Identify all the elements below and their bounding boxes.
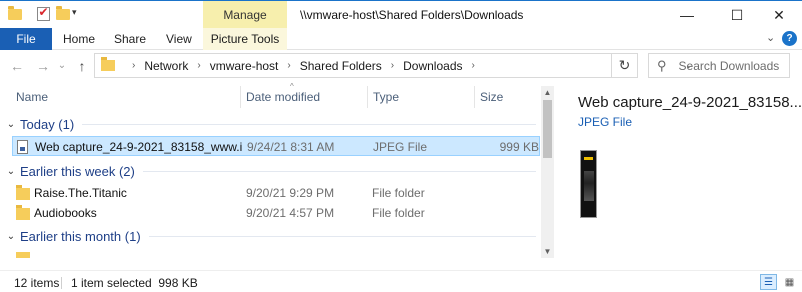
breadcrumb-separator[interactable]: › bbox=[391, 60, 394, 71]
partial-row[interactable] bbox=[12, 252, 540, 258]
search-input[interactable]: Search Downloads bbox=[679, 59, 780, 73]
file-size: 999 KB bbox=[499, 140, 539, 154]
status-bar: 12 items 1 item selected 998 KB ☰ ▦ bbox=[0, 270, 802, 292]
column-header-type[interactable]: Type bbox=[373, 88, 399, 106]
group-header-today[interactable]: ⌄ Today (1) bbox=[0, 113, 540, 135]
preview-thumbnail bbox=[580, 150, 597, 218]
recent-locations-button[interactable]: ⌄ bbox=[53, 60, 71, 71]
preview-file-type: JPEG File bbox=[578, 115, 633, 129]
chevron-down-icon[interactable]: ⌄ bbox=[3, 166, 19, 177]
group-label: Earlier this month (1) bbox=[20, 228, 141, 244]
tab-home[interactable]: Home bbox=[63, 28, 95, 50]
file-type: JPEG File bbox=[373, 140, 428, 154]
refresh-button[interactable]: ↻ bbox=[612, 53, 638, 78]
address-bar[interactable]: › Network › vmware-host › Shared Folders… bbox=[94, 53, 693, 78]
scroll-down-arrow-icon[interactable]: ▼ bbox=[541, 247, 554, 256]
group-divider bbox=[142, 170, 536, 172]
folder-row[interactable]: Audiobooks 9/20/21 4:57 PM File folder bbox=[12, 203, 540, 223]
breadcrumb-separator: › bbox=[132, 60, 136, 71]
file-date: 9/20/21 4:57 PM bbox=[246, 206, 335, 220]
customize-quick-access-icon[interactable]: ▾ bbox=[72, 7, 77, 18]
folder-row[interactable]: Raise.The.Titanic 9/20/21 9:29 PM File f… bbox=[12, 183, 540, 203]
tab-manage[interactable]: Manage bbox=[203, 1, 287, 29]
group-divider bbox=[148, 235, 536, 237]
file-row[interactable]: Web capture_24-9-2021_83158_www.imdb.com… bbox=[12, 136, 540, 156]
preview-title: Web capture_24-9-2021_83158... bbox=[578, 94, 802, 111]
folder-icon bbox=[6, 5, 24, 23]
help-icon[interactable]: ? bbox=[782, 31, 797, 46]
group-header-earlier-this-month[interactable]: ⌄ Earlier this month (1) bbox=[0, 225, 540, 247]
tab-view[interactable]: View bbox=[166, 28, 192, 50]
status-divider bbox=[61, 277, 62, 289]
search-box[interactable]: ⚲ Search Downloads bbox=[648, 53, 790, 78]
column-divider[interactable] bbox=[240, 86, 241, 108]
breadcrumb-separator[interactable]: › bbox=[287, 60, 290, 71]
large-icons-view-icon[interactable]: ▦ bbox=[781, 274, 798, 290]
column-header-date-modified[interactable]: Date modified bbox=[246, 88, 320, 106]
properties-icon[interactable] bbox=[34, 5, 52, 23]
ribbon-tabs: File Home Share View Picture Tools ⌄ ? bbox=[0, 28, 802, 50]
chevron-down-icon[interactable]: ⌄ bbox=[3, 231, 19, 242]
column-divider[interactable] bbox=[474, 86, 475, 108]
folder-icon bbox=[16, 205, 30, 220]
breadcrumb-vmware-host[interactable]: vmware-host bbox=[210, 59, 279, 73]
item-count: 12 items bbox=[14, 276, 60, 290]
folder-icon bbox=[101, 57, 115, 71]
file-type: File folder bbox=[372, 186, 425, 200]
forward-button[interactable]: → bbox=[34, 58, 52, 74]
column-header-size[interactable]: Size bbox=[480, 88, 503, 106]
maximize-button[interactable]: ☐ bbox=[714, 1, 760, 29]
breadcrumb-separator[interactable]: › bbox=[472, 60, 475, 71]
scroll-up-arrow-icon[interactable]: ▲ bbox=[541, 88, 554, 97]
file-date: 9/24/21 8:31 AM bbox=[247, 140, 335, 154]
column-divider[interactable] bbox=[367, 86, 368, 108]
up-button[interactable]: ↑ bbox=[73, 58, 91, 74]
file-name: Audiobooks bbox=[34, 206, 97, 220]
back-button[interactable]: ← bbox=[8, 58, 26, 74]
breadcrumb-downloads[interactable]: Downloads bbox=[403, 59, 462, 73]
folder-icon bbox=[16, 252, 30, 258]
tab-file[interactable]: File bbox=[0, 28, 52, 50]
minimize-button[interactable]: — bbox=[664, 1, 710, 29]
file-type: File folder bbox=[372, 206, 425, 220]
details-view-icon[interactable]: ☰ bbox=[760, 274, 777, 290]
file-name: Web capture_24-9-2021_83158_www.imdb.com… bbox=[35, 140, 243, 154]
vertical-scrollbar[interactable]: ▲ ▼ bbox=[541, 86, 554, 258]
jpeg-file-icon bbox=[17, 140, 28, 154]
breadcrumb-network[interactable]: Network bbox=[144, 59, 188, 73]
group-label: Today (1) bbox=[20, 116, 75, 132]
folder-icon bbox=[16, 185, 30, 200]
search-icon: ⚲ bbox=[657, 57, 667, 73]
file-date: 9/20/21 9:29 PM bbox=[246, 186, 335, 200]
expand-ribbon-icon[interactable]: ⌄ bbox=[766, 31, 775, 44]
title-bar: ▾ Manage \\vmware-host\Shared Folders\Do… bbox=[0, 0, 802, 29]
breadcrumb-separator[interactable]: › bbox=[197, 60, 200, 71]
tab-share[interactable]: Share bbox=[114, 28, 146, 50]
group-header-earlier-this-week[interactable]: ⌄ Earlier this week (2) bbox=[0, 160, 540, 182]
new-folder-icon[interactable] bbox=[54, 5, 72, 23]
close-button[interactable]: ✕ bbox=[756, 1, 802, 29]
chevron-down-icon[interactable]: ⌄ bbox=[3, 119, 19, 130]
group-divider bbox=[82, 123, 536, 125]
tab-picture-tools[interactable]: Picture Tools bbox=[203, 28, 287, 50]
breadcrumb-shared-folders[interactable]: Shared Folders bbox=[300, 59, 382, 73]
selection-info: 1 item selected 998 KB bbox=[71, 276, 198, 290]
group-label: Earlier this week (2) bbox=[20, 163, 135, 179]
column-header-name[interactable]: Name bbox=[16, 88, 48, 106]
scrollbar-thumb[interactable] bbox=[543, 100, 552, 158]
file-name: Raise.The.Titanic bbox=[34, 186, 127, 200]
window-title: \\vmware-host\Shared Folders\Downloads bbox=[300, 8, 524, 22]
